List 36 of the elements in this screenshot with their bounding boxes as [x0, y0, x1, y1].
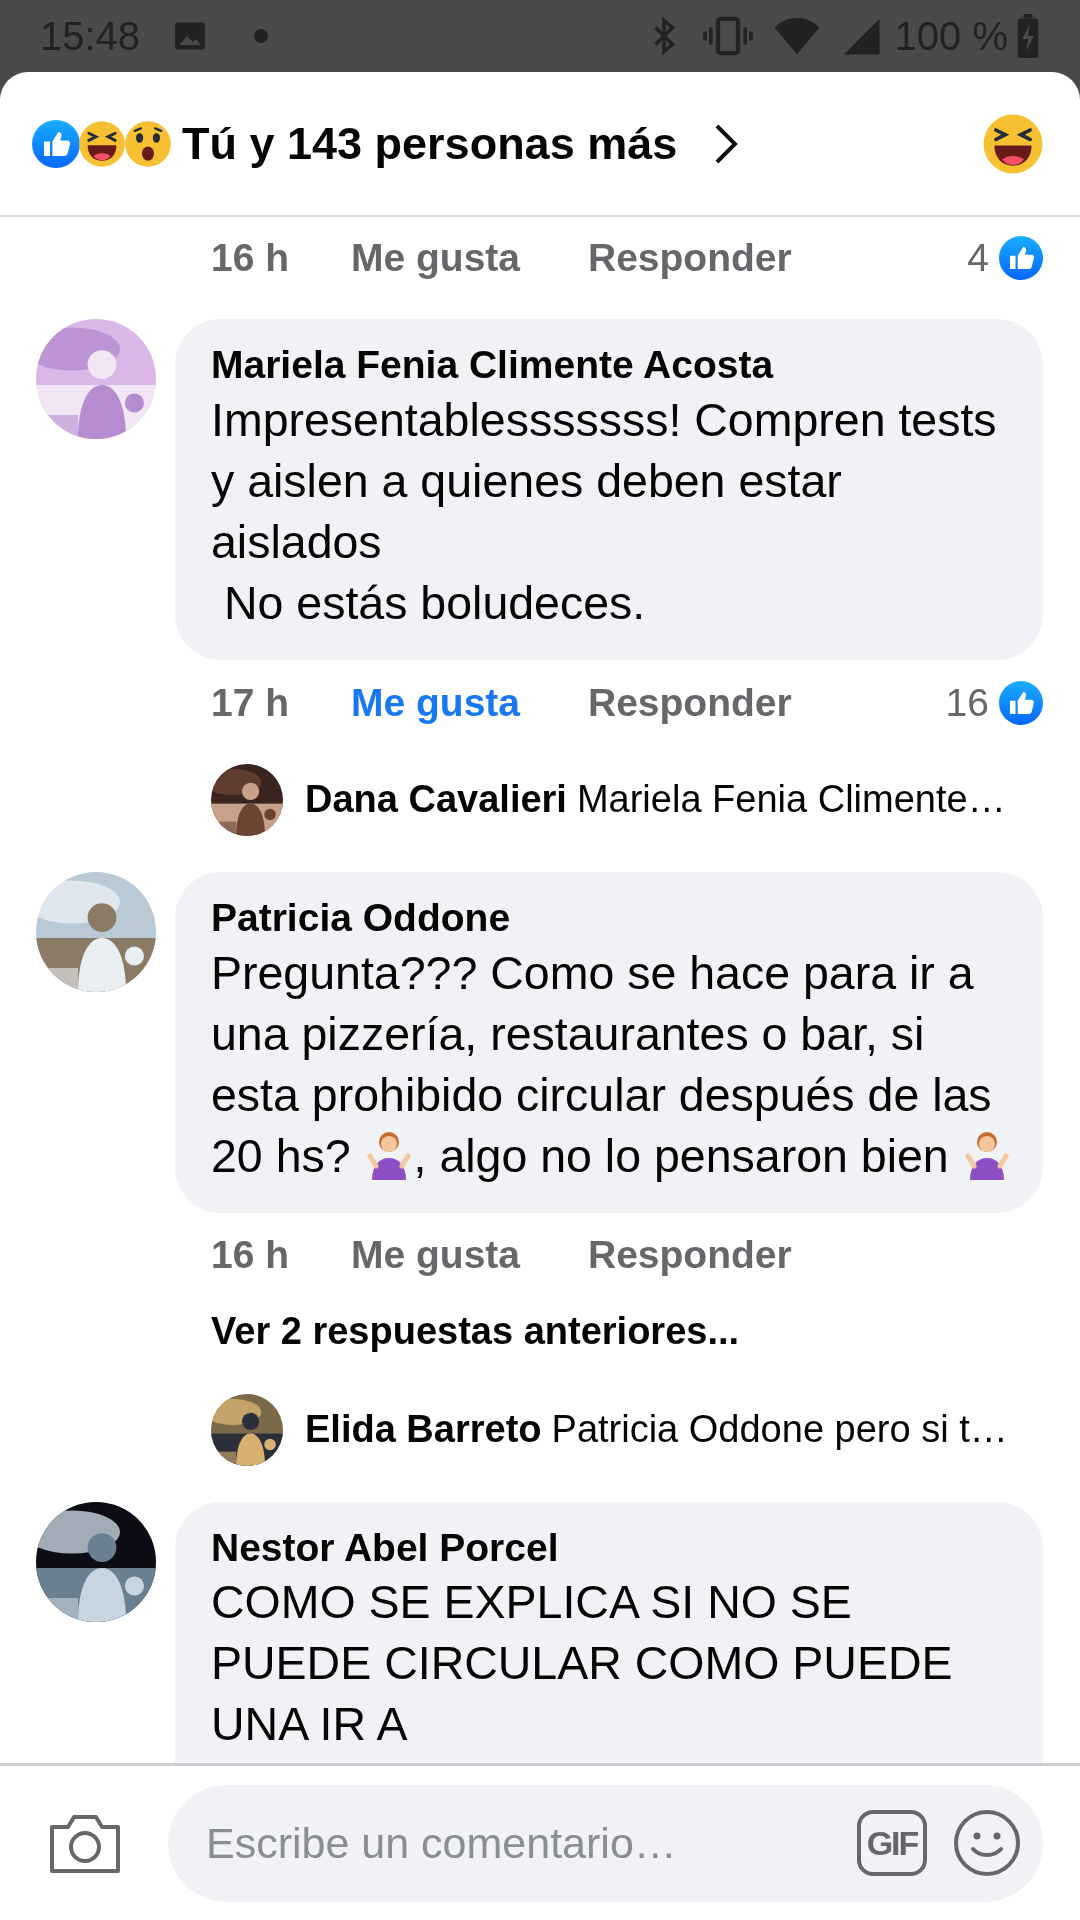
like-link[interactable]: Me gusta — [351, 673, 588, 732]
surprised-face-icon — [124, 119, 172, 168]
like-icon — [999, 236, 1043, 280]
comment-time: 16 h — [211, 1232, 291, 1279]
dot-icon — [254, 29, 269, 43]
reactions-summary[interactable]: Tú y 143 personas más — [182, 109, 678, 178]
view-previous-replies-link[interactable]: Ver 2 respuestas anteriores... — [211, 1306, 1043, 1357]
reply-link[interactable]: Responder — [588, 1226, 792, 1285]
vibrate-icon — [702, 16, 753, 56]
comment-text: Pregunta??? Como se hace para ir a una pizzería, restaurantes o bar, si esta prohibido circular después de las 20 hs? , algo no lo pensaron bien — [211, 942, 1013, 1187]
reply-preview[interactable]: Mariela Fenia Climente… — [576, 771, 1006, 829]
comment-time: 16 h — [211, 234, 291, 281]
gif-button[interactable]: GIF — [857, 1810, 927, 1876]
comment-time: 17 h — [211, 679, 291, 726]
like-link[interactable]: Me gusta — [351, 228, 588, 288]
comment-text: COMO SE EXPLICA SI NO SE PUEDE CIRCULAR COMO PUEDE UNA IR A — [211, 1575, 954, 1753]
like-link[interactable]: Me gusta — [351, 1226, 588, 1285]
reaction-count: 16 — [945, 679, 989, 726]
comment-author[interactable]: Patricia Oddone — [211, 893, 1013, 943]
reply-link[interactable]: Responder — [588, 228, 792, 288]
laughing-face-icon — [982, 112, 1044, 175]
comment-text: Impresentablesssssss! Compren tests y aislen a quienes deben estar aislados No estás boludeces. — [211, 392, 998, 631]
wifi-icon — [772, 16, 821, 56]
comment-field[interactable]: Escribe un comentario… GIF — [168, 1784, 1043, 1902]
emoji-icon[interactable] — [953, 1809, 1021, 1877]
like-icon — [32, 119, 80, 168]
reply-link[interactable]: Responder — [588, 673, 792, 732]
like-icon — [999, 680, 1043, 725]
reply-author[interactable]: Dana Cavalieri — [305, 771, 567, 829]
battery-icon — [1016, 14, 1040, 58]
reaction-count: 4 — [967, 234, 989, 281]
comment-author[interactable]: Mariela Fenia Climente Acosta — [211, 341, 1013, 390]
comment-author[interactable]: Nestor Abel Porcel — [211, 1523, 1013, 1573]
reply-preview[interactable]: Patricia Oddone pero si t… — [551, 1401, 1008, 1458]
reply-author[interactable]: Elida Barreto — [305, 1401, 542, 1458]
laughing-face-icon — [78, 119, 126, 168]
